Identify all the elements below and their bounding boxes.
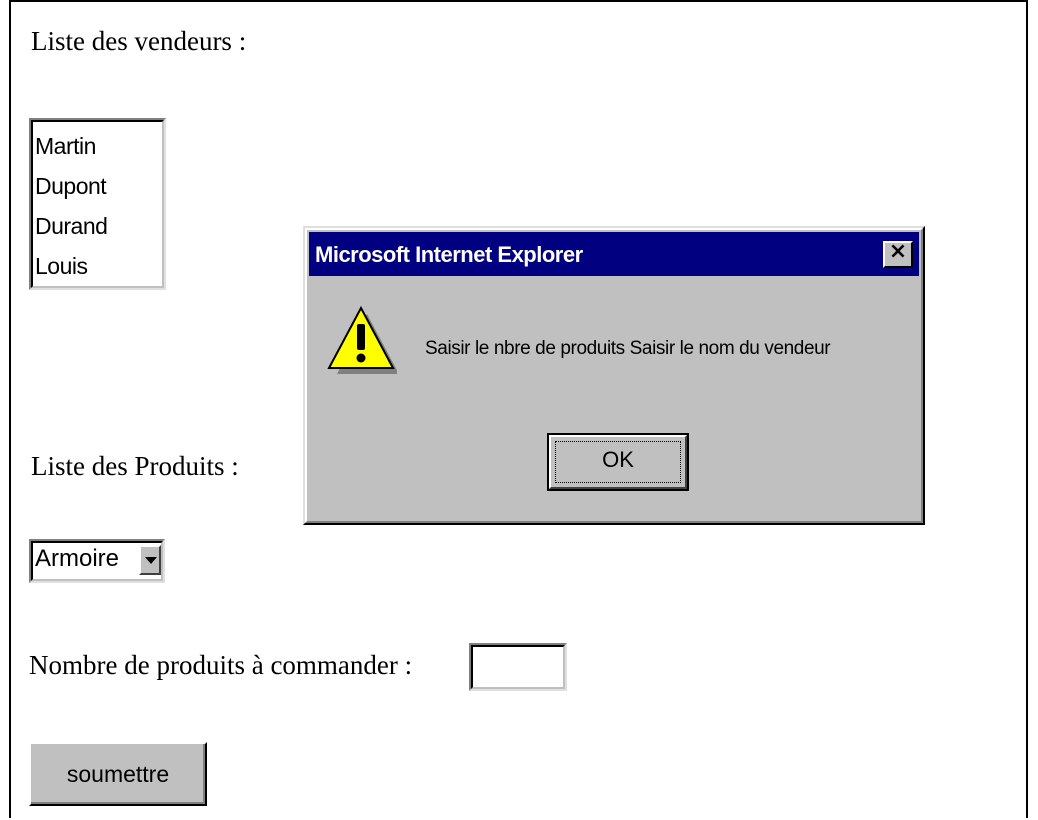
close-icon: × xyxy=(888,239,908,264)
quantity-label: Nombre de produits à commander : xyxy=(29,650,413,680)
list-item[interactable]: Dupont xyxy=(31,166,107,206)
quantity-input-border xyxy=(471,645,565,689)
quantity-input[interactable] xyxy=(469,643,567,691)
dialog-message: Saisir le nbre de produits Saisir le nom… xyxy=(425,338,831,359)
submit-button[interactable]: soumettre xyxy=(29,742,207,806)
list-item[interactable]: Durand xyxy=(31,206,108,246)
vendors-listbox[interactable]: Martin Dupont Durand Louis xyxy=(29,118,166,290)
products-select[interactable]: Armoire xyxy=(29,539,165,583)
ok-button-label: OK xyxy=(602,447,634,472)
submit-button-label: soumettre xyxy=(66,760,170,787)
vendors-label: Liste des vendeurs : xyxy=(31,26,247,56)
product-selected-value: Armoire xyxy=(35,545,120,572)
warning-icon-dot xyxy=(356,353,366,363)
warning-icon xyxy=(327,305,397,374)
ok-button[interactable]: OK xyxy=(547,433,689,491)
warning-icon-bar xyxy=(357,324,365,350)
list-item[interactable]: Louis xyxy=(31,246,107,286)
list-item[interactable]: Martin xyxy=(31,126,107,166)
vendors-list: Martin Dupont Durand Louis xyxy=(31,126,108,286)
dialog-title: Microsoft Internet Explorer xyxy=(315,242,583,267)
products-label: Liste des Produits : xyxy=(31,451,239,481)
alert-dialog: Microsoft Internet Explorer × Saisir le … xyxy=(303,226,925,525)
dialog-titlebar[interactable]: Microsoft Internet Explorer × xyxy=(309,232,919,276)
close-button[interactable]: × xyxy=(883,239,913,268)
chevron-down-icon[interactable] xyxy=(139,545,161,575)
